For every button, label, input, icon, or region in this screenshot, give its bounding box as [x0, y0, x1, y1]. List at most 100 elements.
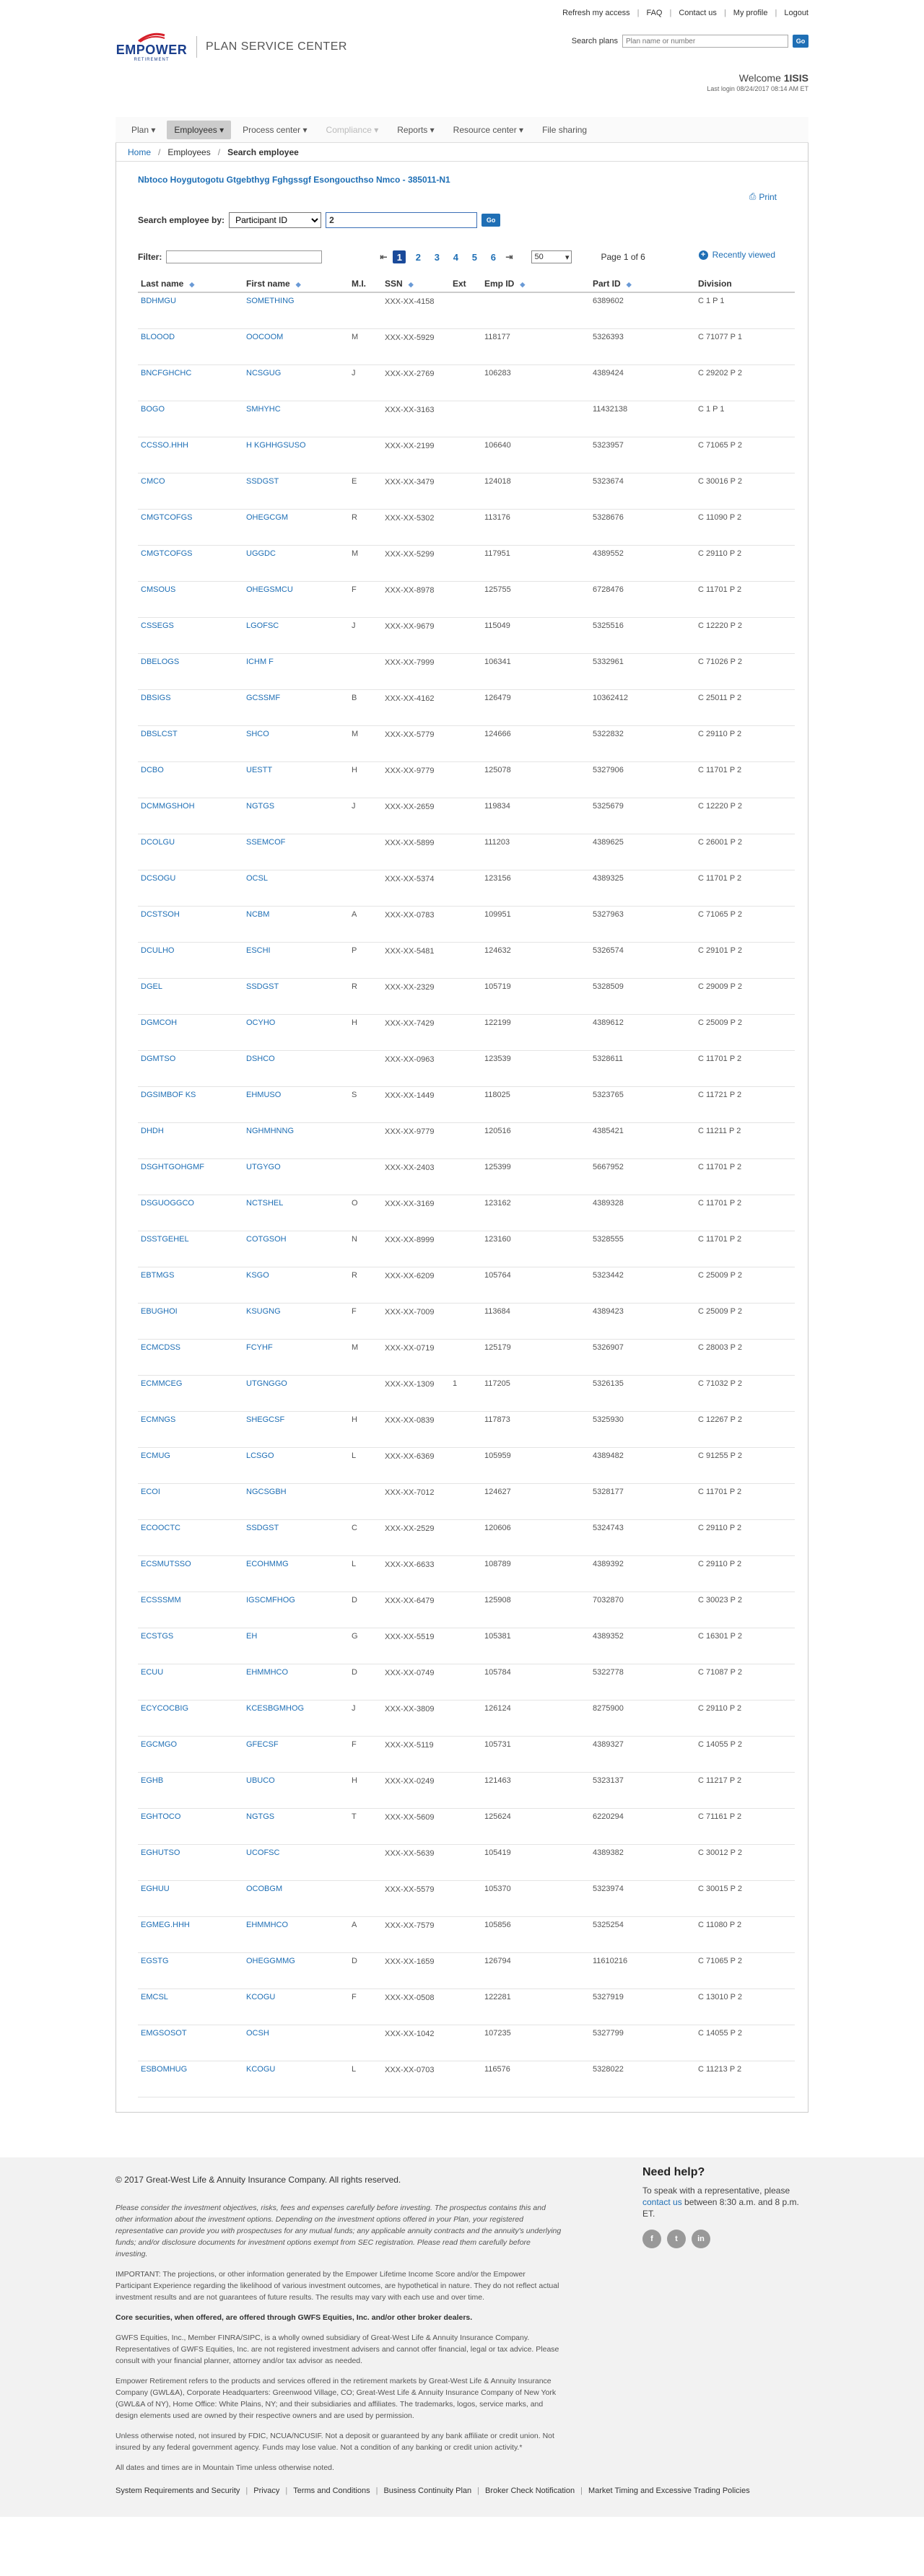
- first-name-link[interactable]: OCSL: [246, 874, 268, 883]
- first-name-link[interactable]: H KGHHGSUSO: [246, 441, 306, 450]
- first-name-link[interactable]: NCTSHEL: [246, 1199, 283, 1208]
- footer-link-business-continuity[interactable]: Business Continuity Plan: [383, 2487, 471, 2495]
- first-name-link[interactable]: UBUCO: [246, 1776, 275, 1785]
- first-name-link[interactable]: UESTT: [246, 766, 272, 774]
- first-name-link[interactable]: FCYHF: [246, 1343, 273, 1352]
- last-name-link[interactable]: EGCMGO: [141, 1740, 177, 1749]
- last-name-link[interactable]: ECMCDSS: [141, 1343, 180, 1352]
- last-name-link[interactable]: EGHUU: [141, 1885, 170, 1893]
- first-name-link[interactable]: SHEGCSF: [246, 1415, 284, 1424]
- footer-link-privacy[interactable]: Privacy: [253, 2487, 279, 2495]
- last-name-link[interactable]: BLOOOD: [141, 333, 175, 341]
- nav-process-center[interactable]: Process center ▾: [235, 121, 314, 139]
- search-value-input[interactable]: 2: [326, 212, 478, 228]
- last-name-link[interactable]: BOGO: [141, 405, 165, 414]
- last-name-link[interactable]: DGSIMBOF KS: [141, 1091, 196, 1099]
- print-button[interactable]: ⎙ Print: [749, 191, 777, 202]
- nav-employees[interactable]: Employees ▾: [167, 120, 232, 139]
- nav-file-sharing[interactable]: File sharing: [535, 121, 594, 139]
- first-name-link[interactable]: EH: [246, 1632, 257, 1641]
- last-name-link[interactable]: ECSSSMM: [141, 1596, 181, 1604]
- last-name-link[interactable]: DSGUOGGCO: [141, 1199, 194, 1208]
- first-name-link[interactable]: EHMMHCO: [246, 1668, 288, 1677]
- col-first-name[interactable]: First name ◆: [243, 276, 349, 293]
- contact-us-link[interactable]: contact us: [642, 2197, 682, 2207]
- first-name-link[interactable]: OHEGSMCU: [246, 585, 293, 594]
- last-name-link[interactable]: DCOLGU: [141, 838, 175, 847]
- last-name-link[interactable]: DSSTGEHEL: [141, 1235, 189, 1244]
- last-name-link[interactable]: EMCSL: [141, 1993, 168, 2001]
- last-name-link[interactable]: ECUU: [141, 1668, 163, 1677]
- footer-link-system-requirements[interactable]: System Requirements and Security: [116, 2487, 240, 2495]
- last-name-link[interactable]: BNCFGHCHC: [141, 369, 191, 377]
- first-name-link[interactable]: KCESBGMHOG: [246, 1704, 304, 1713]
- first-name-link[interactable]: OHEGGMMG: [246, 1957, 295, 1965]
- last-name-link[interactable]: ECMMCEG: [141, 1379, 182, 1388]
- last-name-link[interactable]: CCSSO.HHH: [141, 441, 188, 450]
- last-name-link[interactable]: CMSOUS: [141, 585, 175, 594]
- last-name-link[interactable]: ECOI: [141, 1488, 160, 1496]
- last-name-link[interactable]: DCMMGSHOH: [141, 802, 195, 811]
- first-name-link[interactable]: NGHMHNNG: [246, 1127, 294, 1135]
- first-name-link[interactable]: OHEGCGM: [246, 513, 288, 522]
- first-name-link[interactable]: ESCHI: [246, 946, 271, 955]
- first-name-link[interactable]: OCOBGM: [246, 1885, 282, 1893]
- my-profile-link[interactable]: My profile: [733, 9, 768, 17]
- col-emp-id[interactable]: Emp ID ◆: [481, 276, 590, 293]
- empower-logo[interactable]: EMPOWER RETIREMENT: [116, 32, 188, 62]
- last-name-link[interactable]: EGHUTSO: [141, 1848, 180, 1857]
- first-name-link[interactable]: KSUGNG: [246, 1307, 281, 1316]
- last-name-link[interactable]: ECMUG: [141, 1451, 170, 1460]
- last-name-link[interactable]: DHDH: [141, 1127, 164, 1135]
- col-ssn[interactable]: SSN ◆: [382, 276, 450, 293]
- filter-input[interactable]: [166, 250, 323, 263]
- refresh-access-link[interactable]: Refresh my access: [562, 9, 630, 17]
- page-5[interactable]: 5: [468, 250, 481, 263]
- footer-link-broker-check[interactable]: Broker Check Notification: [485, 2487, 575, 2495]
- last-name-link[interactable]: ECSMUTSSO: [141, 1560, 191, 1568]
- last-name-link[interactable]: EGSTG: [141, 1957, 169, 1965]
- page-2[interactable]: 2: [411, 250, 424, 263]
- footer-link-terms[interactable]: Terms and Conditions: [293, 2487, 370, 2495]
- twitter-icon[interactable]: t: [667, 2229, 686, 2248]
- plan-search-go-button[interactable]: Go: [793, 35, 808, 48]
- last-page-icon[interactable]: ⇥: [505, 252, 513, 262]
- last-name-link[interactable]: ECYCOCBIG: [141, 1704, 188, 1713]
- first-name-link[interactable]: SSDGST: [246, 1524, 279, 1532]
- first-name-link[interactable]: COTGSOH: [246, 1235, 287, 1244]
- first-name-link[interactable]: SMHYHC: [246, 405, 281, 414]
- last-name-link[interactable]: DCSOGU: [141, 874, 175, 883]
- first-name-link[interactable]: OOCOOM: [246, 333, 283, 341]
- faq-link[interactable]: FAQ: [646, 9, 662, 17]
- page-4[interactable]: 4: [449, 250, 462, 263]
- last-name-link[interactable]: CMCO: [141, 477, 165, 486]
- first-name-link[interactable]: SSDGST: [246, 982, 279, 991]
- last-name-link[interactable]: ECMNGS: [141, 1415, 175, 1424]
- linkedin-icon[interactable]: in: [692, 2229, 710, 2248]
- page-1[interactable]: 1: [393, 250, 406, 263]
- last-name-link[interactable]: ECSTGS: [141, 1632, 173, 1641]
- last-name-link[interactable]: CSSEGS: [141, 621, 174, 630]
- first-name-link[interactable]: SSEMCOF: [246, 838, 285, 847]
- last-name-link[interactable]: DBELOGS: [141, 658, 179, 666]
- last-name-link[interactable]: DGEL: [141, 982, 162, 991]
- last-name-link[interactable]: EBTMGS: [141, 1271, 174, 1280]
- last-name-link[interactable]: DBSIGS: [141, 694, 171, 702]
- first-name-link[interactable]: ICHM F: [246, 658, 274, 666]
- first-name-link[interactable]: KCOGU: [246, 2065, 275, 2074]
- first-name-link[interactable]: OCYHO: [246, 1018, 275, 1027]
- last-name-link[interactable]: DGMTSO: [141, 1055, 175, 1063]
- recently-viewed-button[interactable]: + Recently viewed: [698, 250, 775, 260]
- last-name-link[interactable]: DBSLCST: [141, 730, 178, 738]
- last-name-link[interactable]: EGMEG.HHH: [141, 1921, 190, 1929]
- first-name-link[interactable]: SHCO: [246, 730, 269, 738]
- first-name-link[interactable]: DSHCO: [246, 1055, 275, 1063]
- footer-link-market-timing[interactable]: Market Timing and Excessive Trading Poli…: [588, 2487, 750, 2495]
- last-name-link[interactable]: DCBO: [141, 766, 164, 774]
- last-name-link[interactable]: DSGHTGOHGMF: [141, 1163, 204, 1171]
- first-name-link[interactable]: NGTGS: [246, 1812, 274, 1821]
- first-name-link[interactable]: LCSGO: [246, 1451, 274, 1460]
- first-name-link[interactable]: SSDGST: [246, 477, 279, 486]
- last-name-link[interactable]: CMGTCOFGS: [141, 513, 193, 522]
- page-size-select[interactable]: 50 ▾: [531, 250, 572, 263]
